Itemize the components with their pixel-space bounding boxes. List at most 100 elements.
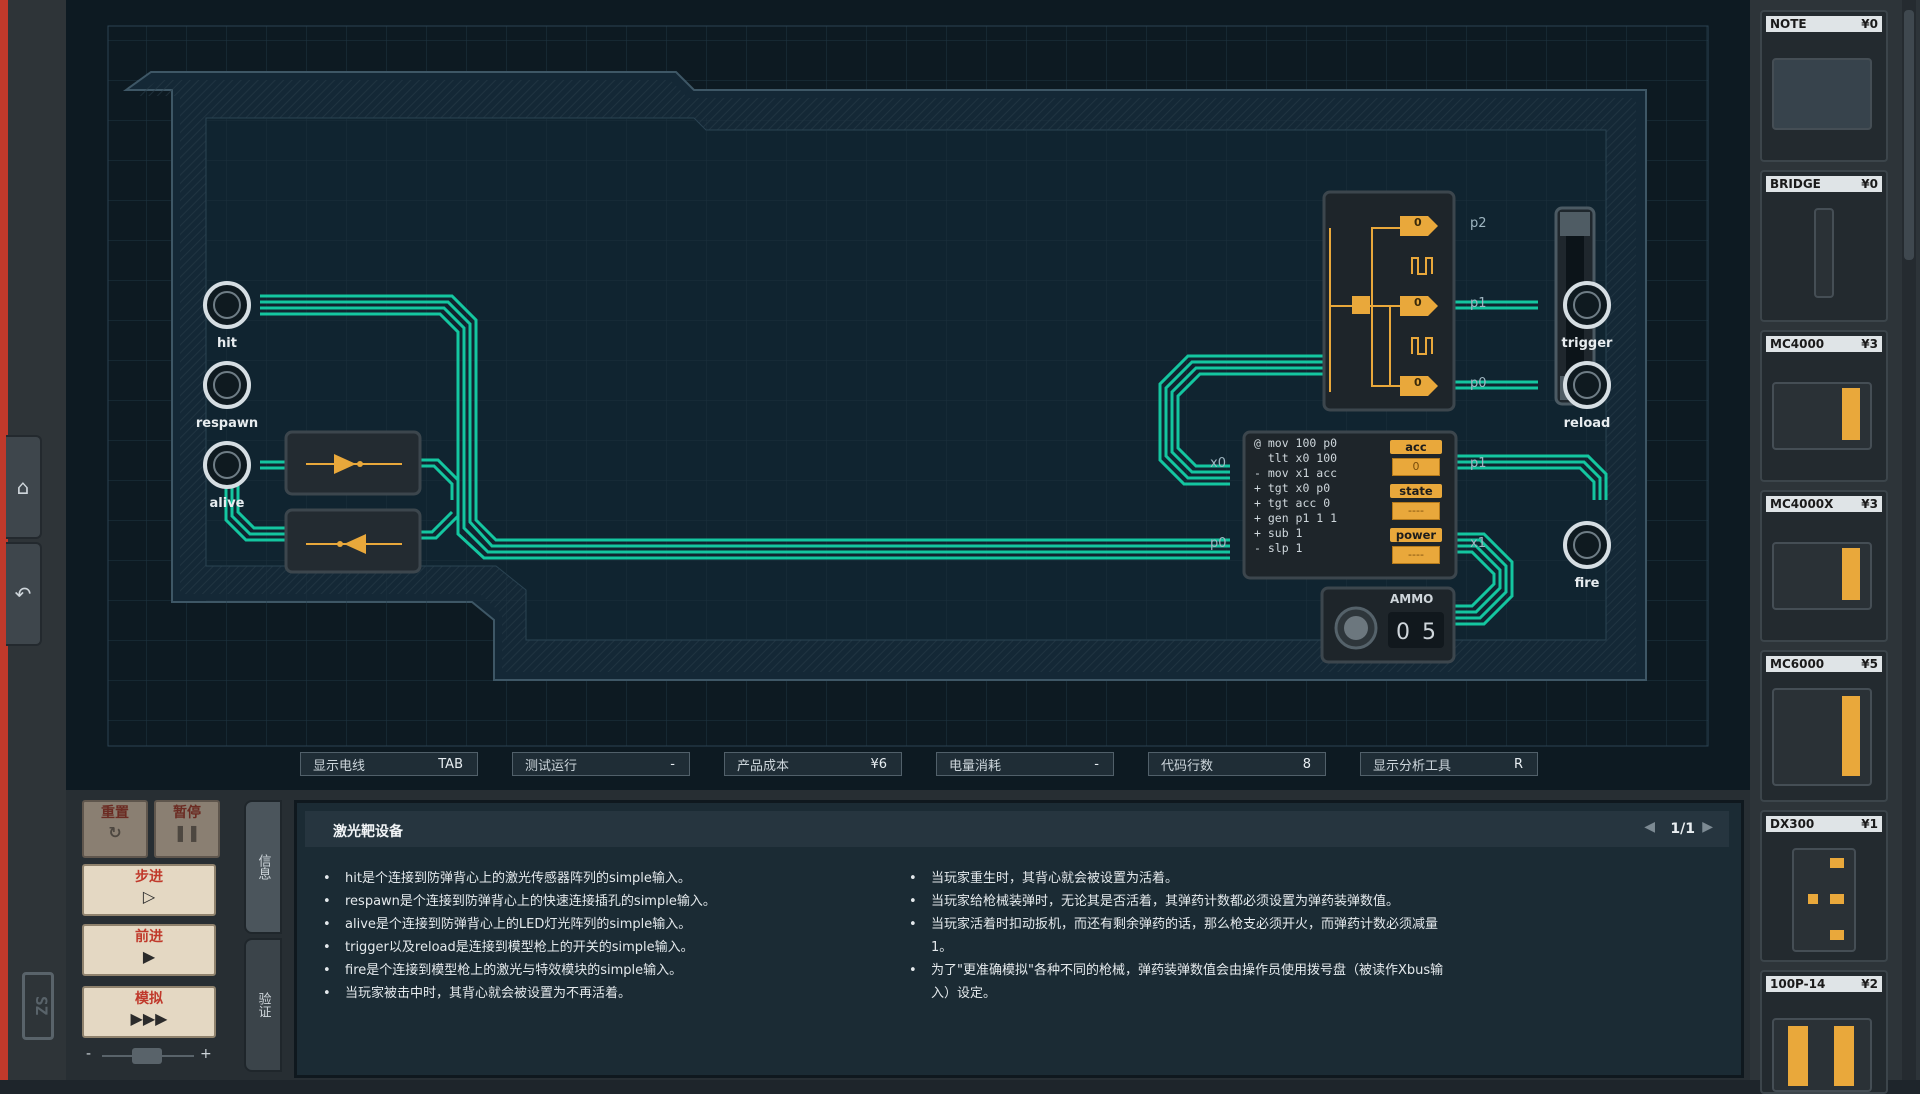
show-wires-label: 显示电线: [313, 758, 366, 774]
dx300-chip: [1322, 190, 1456, 412]
alive-label: alive: [209, 496, 245, 511]
speed-plus[interactable]: +: [200, 1046, 212, 1062]
power-usage-value: -: [1094, 756, 1099, 772]
power-usage-stat: 电量消耗 -: [936, 752, 1114, 776]
palette-item-name: MC6000: [1770, 657, 1825, 671]
palette-item-100p14[interactable]: 100P-14 ¥2: [1760, 970, 1888, 1094]
home-button[interactable]: ⌂: [6, 435, 42, 539]
info-item: 当玩家给枪械装弹时，无论其是否活着，其弹药计数都必须设置为弹药装弹数值。: [909, 890, 1449, 913]
panel-side-tabs: 信息 验证: [244, 800, 282, 1072]
undo-icon: ↶: [14, 582, 32, 606]
info-item: trigger以及reload是连接到模型枪上的开关的simple输入。: [323, 936, 883, 959]
show-wires-key: TAB: [438, 756, 463, 772]
info-title: 激光靶设备: [333, 824, 403, 840]
trigger-port: [1563, 281, 1611, 329]
ammo-digit-2[interactable]: 5: [1422, 620, 1436, 645]
test-run-value: -: [670, 756, 675, 772]
palette-item-header: NOTE ¥0: [1766, 16, 1882, 32]
home-icon: ⌂: [16, 475, 30, 499]
info-item: 当玩家重生时，其背心就会被设置为活着。: [909, 867, 1449, 890]
palette-item-mc6000[interactable]: MC6000 ¥5: [1760, 650, 1888, 802]
palette-item-price: ¥1: [1861, 817, 1878, 831]
hit-port: [203, 281, 251, 329]
component-palette: NOTE ¥0 BRIDGE ¥0 MC4000 ¥3 MC4000X ¥3 M: [1750, 0, 1920, 1094]
mc4000x-preview: [1772, 542, 1872, 610]
test-run-label: 测试运行: [525, 758, 578, 774]
mc-code[interactable]: @ mov 100 p0 tlt x0 100 - mov x1 acc + t…: [1254, 436, 1337, 556]
step-button[interactable]: 步进 ▷: [82, 864, 216, 916]
reg-power-label: power: [1390, 528, 1442, 542]
mc-port-p0: p0: [1210, 536, 1227, 551]
scrollbar-thumb[interactable]: [1904, 10, 1914, 260]
undo-button[interactable]: ↶: [6, 542, 42, 646]
test-run-stat: 测试运行 -: [512, 752, 690, 776]
bridge-preview: [1814, 208, 1834, 298]
palette-item-dx300[interactable]: DX300 ¥1: [1760, 810, 1888, 962]
ammo-title: AMMO: [1390, 592, 1434, 606]
palette-item-mc4000[interactable]: MC4000 ¥3: [1760, 330, 1888, 482]
100p14-preview: [1772, 1018, 1872, 1092]
show-analysis-toggle[interactable]: 显示分析工具 R: [1360, 752, 1538, 776]
product-cost-value: ¥6: [870, 756, 887, 772]
info-panel: 激光靶设备 ◀ 1/1 ▶ hit是个连接到防弹背心上的激光传感器阵列的simp…: [294, 800, 1744, 1078]
speed-slider[interactable]: - +: [86, 1046, 212, 1064]
palette-item-header: MC4000 ¥3: [1766, 336, 1882, 352]
info-item: fire是个连接到模型枪上的激光与特效模块的simple输入。: [323, 959, 883, 982]
palette-item-header: 100P-14 ¥2: [1766, 976, 1882, 992]
dx300-bit1: 0: [1414, 296, 1422, 309]
prev-page-icon[interactable]: ◀: [1644, 819, 1655, 835]
next-page-icon[interactable]: ▶: [1702, 819, 1713, 835]
accent-stripe: [0, 0, 8, 1080]
code-lines-stat: 代码行数 8: [1148, 752, 1326, 776]
hit-label: hit: [217, 336, 237, 351]
reset-button[interactable]: 重置 ↻: [82, 800, 148, 858]
product-cost-label: 产品成本: [737, 758, 790, 774]
palette-item-header: MC4000X ¥3: [1766, 496, 1882, 512]
tab-info[interactable]: 信息: [244, 800, 282, 934]
palette-item-name: BRIDGE: [1770, 177, 1821, 191]
info-page-indicator: 1/1: [1670, 821, 1695, 837]
product-cost-stat: 产品成本 ¥6: [724, 752, 902, 776]
info-item: alive是个连接到防弹背心上的LED灯光阵列的simple输入。: [323, 913, 883, 936]
advance-button[interactable]: 前进 ▶: [82, 924, 216, 976]
simulate-button[interactable]: 模拟 ▶▶▶: [82, 986, 216, 1038]
info-item: 当玩家活着时扣动扳机，而还有剩余弹药的话，那么枪支必须开火，而弹药计数必须减量1…: [909, 913, 1449, 959]
reg-acc-value: 0: [1392, 458, 1440, 476]
alive-port: [203, 441, 251, 489]
palette-item-name: MC4000: [1770, 337, 1825, 351]
show-wires-toggle[interactable]: 显示电线 TAB: [300, 752, 478, 776]
reg-acc-label: acc: [1390, 440, 1442, 454]
dx300-preview: [1792, 848, 1856, 952]
palette-item-note[interactable]: NOTE ¥0: [1760, 10, 1888, 162]
palette-item-bridge[interactable]: BRIDGE ¥0: [1760, 170, 1888, 322]
speed-minus[interactable]: -: [86, 1046, 91, 1062]
circuit-board[interactable]: hit respawn alive trigger reload fire p2…: [66, 0, 1750, 790]
simulate-label: 模拟: [135, 991, 163, 1007]
dx300-port-p1: p1: [1470, 296, 1487, 311]
info-column-left: hit是个连接到防弹背心上的激光传感器阵列的simple输入。 respawn是…: [323, 867, 883, 1005]
tab-verify[interactable]: 验证: [244, 938, 282, 1072]
dx300-bit0: 0: [1414, 376, 1422, 389]
palette-scrollbar[interactable]: [1902, 0, 1916, 1080]
note-preview: [1772, 58, 1872, 130]
respawn-label: respawn: [195, 416, 259, 431]
palette-item-header: BRIDGE ¥0: [1766, 176, 1882, 192]
mc-port-p1: p1: [1470, 456, 1487, 471]
tab-info-label: 信息: [255, 854, 271, 880]
simulate-icon: ▶▶▶: [130, 1009, 168, 1028]
status-bar: 显示电线 TAB 测试运行 - 产品成本 ¥6 电量消耗 - 代码行数 8 显示…: [66, 752, 1750, 788]
pause-button[interactable]: 暂停 ❚❚: [154, 800, 220, 858]
left-toolbar: ⌂ ↶ SZ: [0, 0, 66, 1080]
info-header: 激光靶设备 ◀ 1/1 ▶: [305, 811, 1729, 847]
palette-item-header: DX300 ¥1: [1766, 816, 1882, 832]
palette-item-name: MC4000X: [1770, 497, 1834, 511]
palette-item-header: MC6000 ¥5: [1766, 656, 1882, 672]
dx300-bit2: 0: [1414, 216, 1422, 229]
tab-verify-label: 验证: [255, 992, 271, 1018]
speed-handle[interactable]: [132, 1048, 162, 1064]
step-icon: ▷: [142, 887, 156, 906]
reg-power-value: ----: [1392, 546, 1440, 564]
ammo-digit-1[interactable]: 0: [1396, 620, 1410, 645]
respawn-port: [203, 361, 251, 409]
palette-item-mc4000x[interactable]: MC4000X ¥3: [1760, 490, 1888, 642]
